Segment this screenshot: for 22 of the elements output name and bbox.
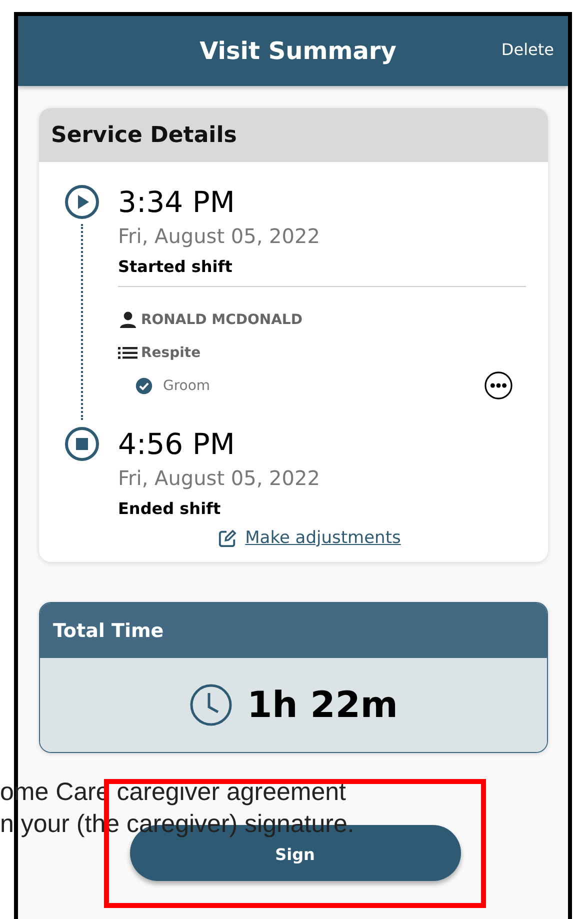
- event-time: 4:56 PM: [118, 426, 236, 462]
- task-name: Groom: [163, 378, 212, 394]
- event-date: Fri, August 05, 2022: [118, 465, 321, 492]
- service-name: Respite: [141, 344, 201, 360]
- delete-button[interactable]: Delete: [501, 40, 554, 59]
- event-time: 3:34 PM: [118, 184, 236, 220]
- client-name: RONALD MCDONALD: [141, 312, 302, 328]
- make-adjustments-link[interactable]: Make adjustments: [245, 528, 401, 548]
- more-icon[interactable]: [484, 371, 513, 400]
- total-time-value: 1h 22m: [247, 684, 398, 726]
- event-date: Fri, August 05, 2022: [118, 223, 321, 250]
- card-title: Service Details: [51, 122, 237, 148]
- play-icon: [64, 184, 100, 220]
- event-label: Started shift: [118, 256, 234, 278]
- page-title: Visit Summary: [200, 37, 396, 65]
- edit-icon: [218, 528, 238, 548]
- person-icon: [118, 310, 138, 330]
- stop-icon: [64, 426, 100, 462]
- list-icon: [118, 346, 138, 360]
- event-label: Ended shift: [118, 498, 222, 520]
- clock-icon: [189, 683, 234, 727]
- card-title: Total Time: [53, 620, 164, 642]
